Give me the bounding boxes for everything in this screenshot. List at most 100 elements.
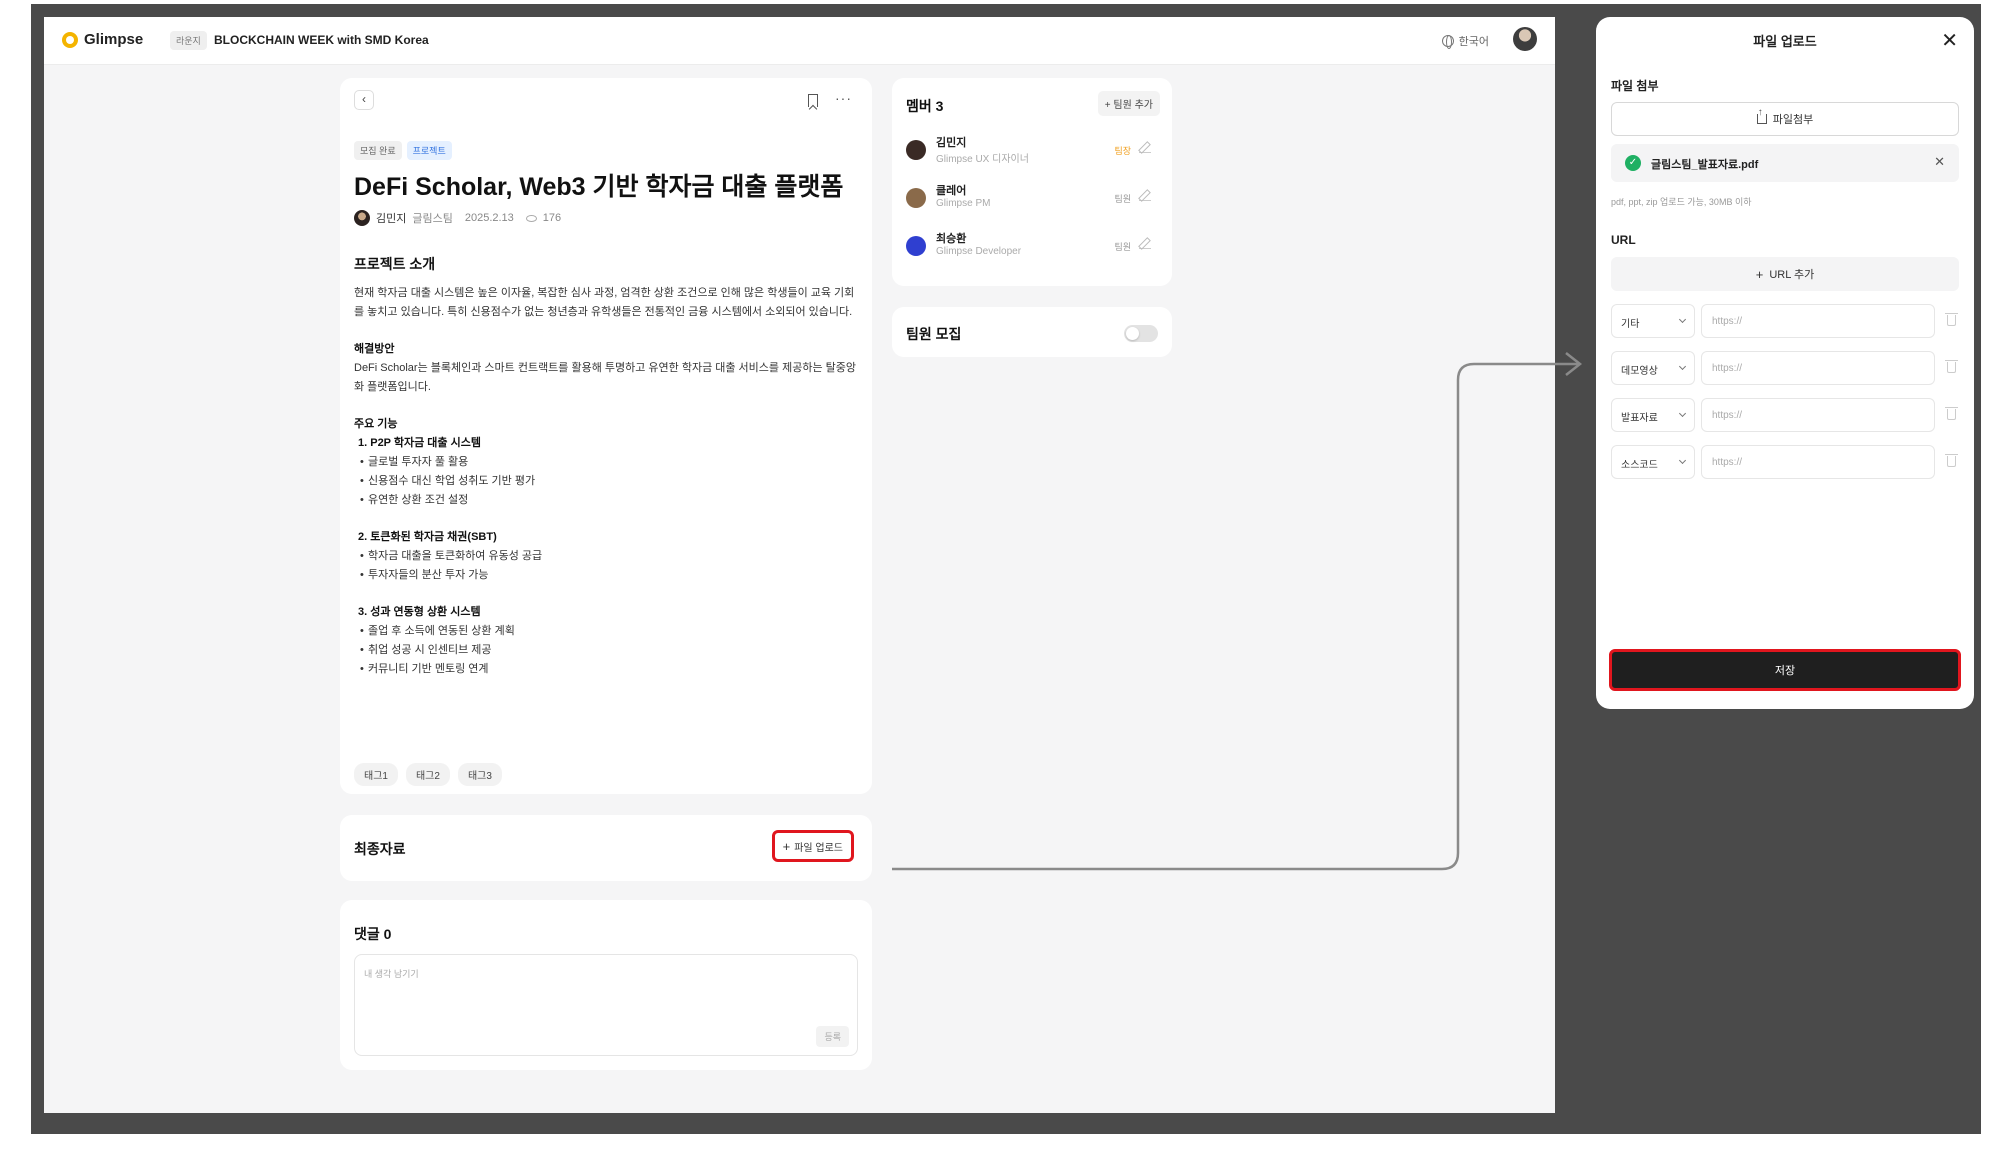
intro-text: 현재 학자금 대출 시스템은 높은 이자율, 복잡한 심사 과정, 엄격한 상환… (354, 287, 855, 318)
bookmark-icon[interactable] (808, 94, 818, 107)
member-row[interactable]: 김민지 Glimpse UX 디자이너 팀장 (906, 134, 1161, 168)
member-avatar (906, 188, 926, 208)
attach-label: 파일 첨부 (1611, 79, 1659, 93)
member-role: Glimpse Developer (936, 246, 1022, 257)
chevron-down-icon (1678, 456, 1687, 465)
comments-card: 댓글 0 내 생각 남기기 등록 (340, 900, 872, 1070)
edit-icon[interactable] (1139, 189, 1151, 201)
final-materials-card: 최종자료 + 파일 업로드 (340, 815, 872, 881)
url-input[interactable] (1701, 351, 1935, 385)
remove-file-icon[interactable]: ✕ (1934, 154, 1945, 170)
feature-title: 1. P2P 학자금 대출 시스템 (358, 437, 481, 449)
edit-icon[interactable] (1139, 141, 1151, 153)
more-options-icon[interactable]: ··· (835, 90, 852, 106)
member-name: 클레어 (936, 185, 967, 197)
recruit-title: 팀원 모집 (906, 326, 962, 342)
members-title: 멤버 3 (906, 98, 944, 114)
list-item: 졸업 후 소득에 연동된 상환 계획 (354, 622, 859, 641)
recruit-card: 팀원 모집 (892, 307, 1172, 357)
url-type-select[interactable]: 소스코드 (1611, 445, 1695, 479)
tag-chip[interactable]: 태그3 (457, 763, 502, 786)
trash-icon[interactable] (1945, 407, 1958, 420)
solution-heading: 해결방안 (354, 343, 395, 355)
recruit-toggle[interactable] (1124, 325, 1158, 342)
url-type-label: 소스코드 (1621, 460, 1658, 471)
logo-text: Glimpse (84, 31, 144, 48)
modal-title: 파일 업로드 (1753, 34, 1817, 49)
member-avatar (906, 236, 926, 256)
comment-input[interactable]: 내 생각 남기기 등록 (354, 954, 858, 1056)
file-upload-button[interactable]: + 파일 업로드 (771, 830, 854, 862)
url-type-label: 기타 (1621, 319, 1640, 330)
user-avatar[interactable] (1513, 27, 1537, 51)
tag-chip[interactable]: 태그2 (405, 763, 450, 786)
team-name: 글림스팀 (412, 213, 453, 225)
attached-file: ✓ 글림스팀_발표자료.pdf ✕ (1611, 144, 1959, 182)
view-count: 176 (542, 212, 562, 224)
project-title: DeFi Scholar, Web3 기반 학자금 대출 플랫폼 (354, 173, 844, 201)
check-circle-icon: ✓ (1625, 155, 1641, 171)
post-date: 2025.2.13 (464, 212, 514, 224)
chevron-left-icon: ‹ (362, 92, 366, 106)
url-type-select[interactable]: 발표자료 (1611, 398, 1695, 432)
url-type-label: 발표자료 (1621, 413, 1658, 424)
project-card: ‹ ··· 모집 완료 프로젝트 DeFi Scholar, Web3 기반 학… (340, 78, 872, 794)
url-row: 소스코드 (1611, 445, 1971, 479)
url-type-select[interactable]: 기타 (1611, 304, 1695, 338)
language-label: 한국어 (1458, 36, 1489, 48)
url-row: 발표자료 (1611, 398, 1971, 432)
file-name: 글림스팀_발표자료.pdf (1651, 159, 1759, 171)
logo-icon (62, 31, 78, 48)
member-role: Glimpse PM (936, 198, 991, 209)
url-label: URL (1611, 233, 1636, 247)
comments-title: 댓글 0 (354, 926, 392, 942)
list-item: 투자자들의 분산 투자 가능 (354, 566, 859, 585)
intro-heading: 프로젝트 소개 (354, 256, 436, 272)
member-role: Glimpse UX 디자이너 (936, 154, 1029, 165)
url-input[interactable] (1701, 398, 1935, 432)
upload-hint: pdf, ppt, zip 업로드 가능, 30MB 이하 (1611, 197, 1752, 207)
trash-icon[interactable] (1945, 313, 1958, 326)
comment-submit-button[interactable]: 등록 (816, 1026, 849, 1047)
trash-icon[interactable] (1945, 454, 1958, 467)
chevron-down-icon (1678, 315, 1687, 324)
feature-block: 2. 토큰화된 학자금 채권(SBT) 학자금 대출을 토큰화하여 유동성 공급… (354, 528, 859, 585)
feature-block: 3. 성과 연동형 상환 시스템 졸업 후 소득에 연동된 상환 계획 취업 성… (354, 603, 859, 679)
list-item: 신용점수 대신 학업 성취도 기반 평가 (354, 472, 859, 491)
event-title: BLOCKCHAIN WEEK with SMD Korea (214, 33, 429, 47)
list-item: 취업 성공 시 인센티브 제공 (354, 641, 859, 660)
url-input[interactable] (1701, 445, 1935, 479)
views-icon (525, 214, 537, 222)
save-button[interactable]: 저장 (1609, 649, 1961, 691)
attach-button-label: 파일첨부 (1772, 114, 1814, 126)
final-materials-title: 최종자료 (354, 841, 406, 857)
list-item: 글로벌 투자자 풀 활용 (354, 453, 859, 472)
attach-file-button[interactable]: 파일첨부 (1611, 102, 1959, 136)
logo[interactable]: Glimpse (62, 31, 143, 48)
list-item: 학자금 대출을 토큰화하여 유동성 공급 (354, 547, 859, 566)
tag-chip[interactable]: 태그1 (354, 763, 398, 786)
close-icon[interactable]: ✕ (1941, 28, 1958, 53)
status-badges: 모집 완료 프로젝트 (354, 141, 452, 160)
add-url-label: URL 추가 (1769, 269, 1815, 281)
add-url-button[interactable]: + URL 추가 (1611, 257, 1959, 291)
trash-icon[interactable] (1945, 360, 1958, 373)
feature-title: 3. 성과 연동형 상환 시스템 (358, 606, 481, 618)
url-input[interactable] (1701, 304, 1935, 338)
member-row[interactable]: 클레어 Glimpse PM 팀원 (906, 182, 1161, 216)
globe-icon (1441, 35, 1454, 49)
edit-icon[interactable] (1139, 237, 1151, 249)
app-window: Glimpse 라운지 BLOCKCHAIN WEEK with SMD Kor… (44, 17, 1555, 1113)
url-type-select[interactable]: 데모영상 (1611, 351, 1695, 385)
list-item: 유연한 상환 조건 설정 (354, 491, 859, 510)
back-button[interactable]: ‹ (354, 90, 374, 110)
member-badge: 팀장 (1114, 146, 1131, 156)
lounge-chip: 라운지 (170, 31, 207, 50)
author-row: 김민지 글림스팀 2025.2.13 176 (354, 210, 561, 226)
language-selector[interactable]: 한국어 (1441, 33, 1489, 49)
member-row[interactable]: 최승환 Glimpse Developer 팀원 (906, 230, 1161, 264)
add-member-button[interactable]: + 팀원 추가 (1097, 91, 1160, 116)
feature-block: 1. P2P 학자금 대출 시스템 글로벌 투자자 풀 활용 신용점수 대신 학… (354, 434, 859, 510)
members-card: 멤버 3 + 팀원 추가 김민지 Glimpse UX 디자이너 팀장 클레어 … (892, 78, 1172, 286)
status-badge: 모집 완료 (354, 141, 402, 160)
